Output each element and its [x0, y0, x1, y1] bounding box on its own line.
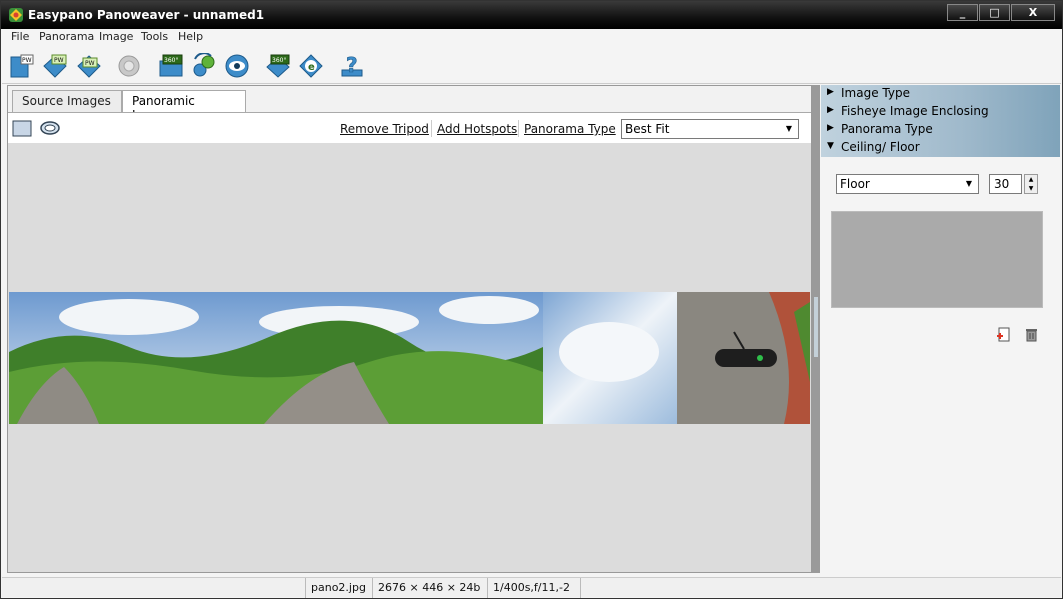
status-filename: pano2.jpg — [305, 578, 372, 598]
svg-text:360°: 360° — [164, 57, 178, 64]
app-window: Easypano Panoweaver - unnamed1 _ □ X Fil… — [0, 0, 1063, 599]
size-spinner-input[interactable]: 30 — [989, 174, 1022, 194]
svg-text:?: ? — [346, 53, 358, 77]
trash-icon[interactable] — [1025, 327, 1038, 342]
tab-strip: Source Images Panoramic Image — [8, 86, 811, 122]
new-project-icon[interactable]: PW — [9, 53, 35, 79]
expand-arrow-icon: ▶ — [827, 123, 834, 133]
spin-up-icon[interactable]: ▲ — [1025, 175, 1037, 184]
pane-splitter[interactable] — [812, 85, 820, 573]
chevron-down-icon: ▼ — [965, 179, 973, 188]
add-image-icon[interactable] — [996, 327, 1010, 342]
add-hotspots-link[interactable]: Add Hotspots — [437, 122, 517, 136]
ceiling-floor-value: Floor — [840, 177, 870, 191]
preview-eye-icon[interactable] — [224, 53, 250, 79]
svg-text:PW: PW — [85, 60, 95, 67]
panorama-type-link[interactable]: Panorama Type — [524, 122, 616, 136]
status-bar: pano2.jpg 2676 × 446 × 24b 1/400s,f/11,-… — [2, 577, 1061, 598]
maximize-button[interactable]: □ — [979, 4, 1010, 21]
properties-pane: ▶ Image Type ▶ Fisheye Image Enclosing ▶… — [821, 85, 1060, 573]
svg-text:360°: 360° — [272, 57, 286, 64]
ceiling-floor-preview — [831, 211, 1043, 308]
collapse-arrow-icon: ▼ — [827, 141, 834, 151]
help-icon[interactable]: ? — [339, 53, 365, 79]
expand-arrow-icon: ▶ — [827, 87, 834, 97]
menu-image[interactable]: Image — [99, 30, 133, 43]
menu-panorama[interactable]: Panorama — [39, 30, 94, 43]
close-button[interactable]: X — [1011, 4, 1055, 21]
svg-text:e: e — [308, 62, 315, 73]
size-spinner-buttons[interactable]: ▲ ▼ — [1024, 174, 1038, 194]
publish-web-icon[interactable]: e — [298, 53, 324, 79]
zoom-select-value: Best Fit — [625, 122, 670, 136]
status-exposure: 1/400s,f/11,-2 — [487, 578, 580, 598]
menu-help[interactable]: Help — [178, 30, 203, 43]
window-title: Easypano Panoweaver - unnamed1 — [28, 8, 265, 22]
workspace-pane: Source Images Panoramic Image Remove Tri… — [7, 85, 812, 573]
ceiling-floor-select[interactable]: Floor ▼ — [836, 174, 979, 194]
rectangle-view-icon[interactable] — [12, 120, 32, 137]
tab-source-images[interactable]: Source Images — [12, 90, 122, 112]
svg-text:PW: PW — [22, 57, 32, 64]
zoom-select[interactable]: Best Fit ▼ — [621, 119, 799, 139]
app-logo-icon — [9, 8, 23, 22]
stitch-icon[interactable] — [116, 53, 142, 79]
remove-tripod-link[interactable]: Remove Tripod — [340, 122, 429, 136]
panorama-subbar: Remove Tripod Add Hotspots Panorama Type… — [8, 112, 811, 143]
main-toolbar: PW PW PW 360° 360° e ? — [2, 48, 1061, 84]
status-dimensions: 2676 × 446 × 24b — [372, 578, 487, 598]
title-bar[interactable]: Easypano Panoweaver - unnamed1 _ □ X — [1, 1, 1062, 29]
panorama-image — [9, 292, 810, 424]
menu-file[interactable]: File — [11, 30, 29, 43]
accordion-image-type[interactable]: ▶ Image Type — [821, 85, 1060, 103]
publish-flash-icon[interactable]: 360° — [265, 53, 291, 79]
tab-panoramic-image[interactable]: Panoramic Image — [122, 90, 246, 122]
accordion-fisheye-enclosing[interactable]: ▶ Fisheye Image Enclosing — [821, 103, 1060, 121]
menu-tools[interactable]: Tools — [141, 30, 168, 43]
chevron-down-icon: ▼ — [785, 124, 793, 133]
accordion-ceiling-floor[interactable]: ▼ Ceiling/ Floor — [821, 139, 1060, 157]
menu-bar: File Panorama Image Tools Help — [2, 29, 1061, 47]
splitter-grip[interactable] — [814, 297, 818, 357]
spin-down-icon[interactable]: ▼ — [1025, 184, 1037, 193]
panorama-canvas[interactable] — [9, 144, 811, 572]
open-project-icon[interactable]: PW — [42, 53, 68, 79]
rotate-tool-icon[interactable] — [191, 53, 217, 79]
expand-arrow-icon: ▶ — [827, 105, 834, 115]
minimize-button[interactable]: _ — [947, 4, 978, 21]
accordion-panorama-type[interactable]: ▶ Panorama Type — [821, 121, 1060, 139]
svg-text:PW: PW — [54, 57, 64, 64]
save-project-icon[interactable]: PW — [76, 53, 102, 79]
publish-360-icon[interactable]: 360° — [158, 53, 184, 79]
ring-view-icon[interactable] — [40, 120, 60, 137]
